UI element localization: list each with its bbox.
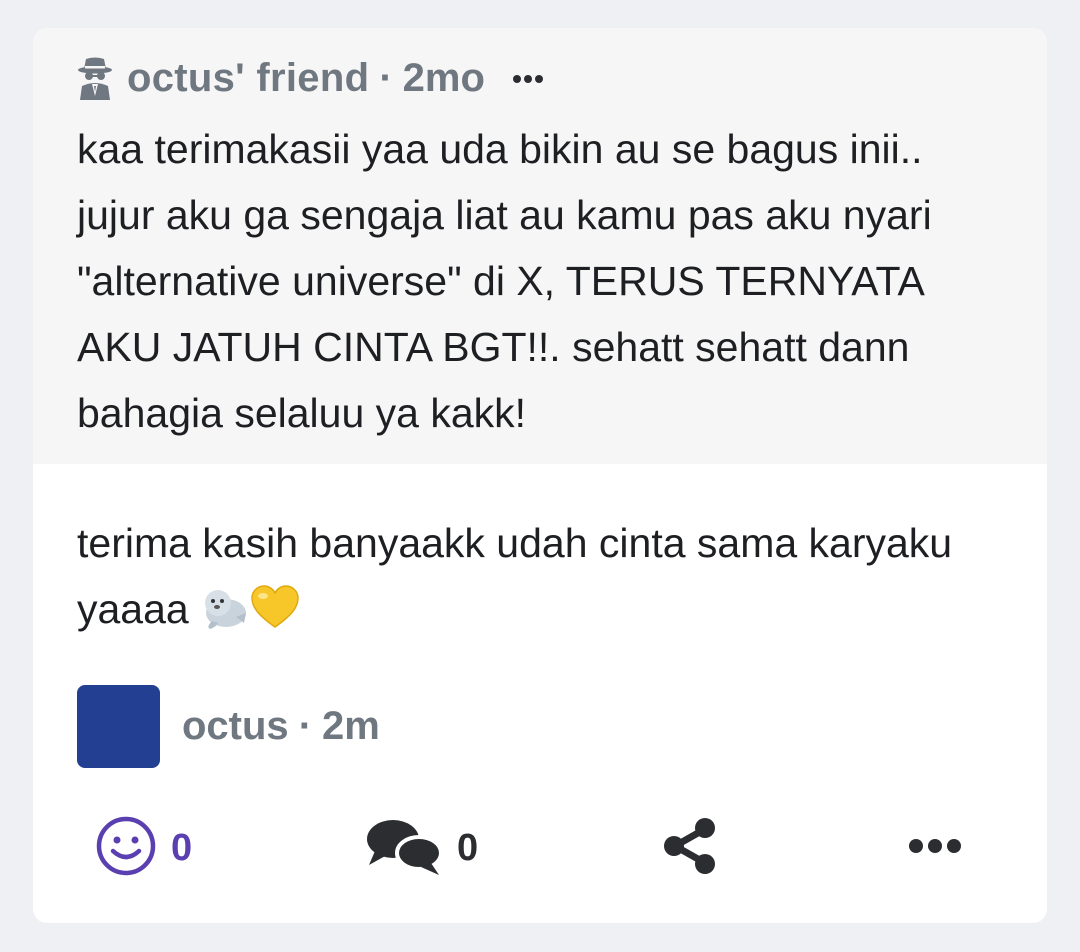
comment-button[interactable]: 0 [365,808,478,888]
question-text: kaa terimakasii yaa uda bikin au se bagu… [77,126,932,436]
question-meta-separator: · [379,55,393,100]
action-bar: 0 0 [33,808,1047,888]
comments-icon [365,815,445,882]
answer-timestamp: 2m [322,703,380,748]
smiley-icon [95,815,157,882]
answer-author[interactable]: octus [182,704,289,749]
anonymous-spy-icon [77,56,113,100]
seal-emoji-icon [200,583,250,633]
share-icon [661,817,719,880]
answer-meta-separator: · [298,703,313,748]
more-options-button[interactable] [907,808,963,888]
answer-meta: octus · 2m [77,684,380,768]
question-header: octus' friend · 2mo [77,52,545,104]
question-timestamp: 2mo [402,55,485,100]
question-author[interactable]: octus' friend [127,56,369,101]
yellow-heart-emoji-icon [250,583,300,633]
avatar[interactable] [77,684,160,768]
comments-count: 0 [457,826,479,869]
reactions-count: 0 [171,826,193,869]
share-button[interactable] [661,808,719,888]
question-more-icon[interactable] [511,72,545,84]
react-button[interactable]: 0 [95,808,192,888]
post-card: octus' friend · 2mo kaa terimakasii yaa … [33,28,1047,923]
answer-text: terima kasih banyaakk udah cinta sama ka… [77,510,1007,642]
question-section: octus' friend · 2mo kaa terimakasii yaa … [33,28,1047,464]
more-dots-icon [907,836,963,861]
